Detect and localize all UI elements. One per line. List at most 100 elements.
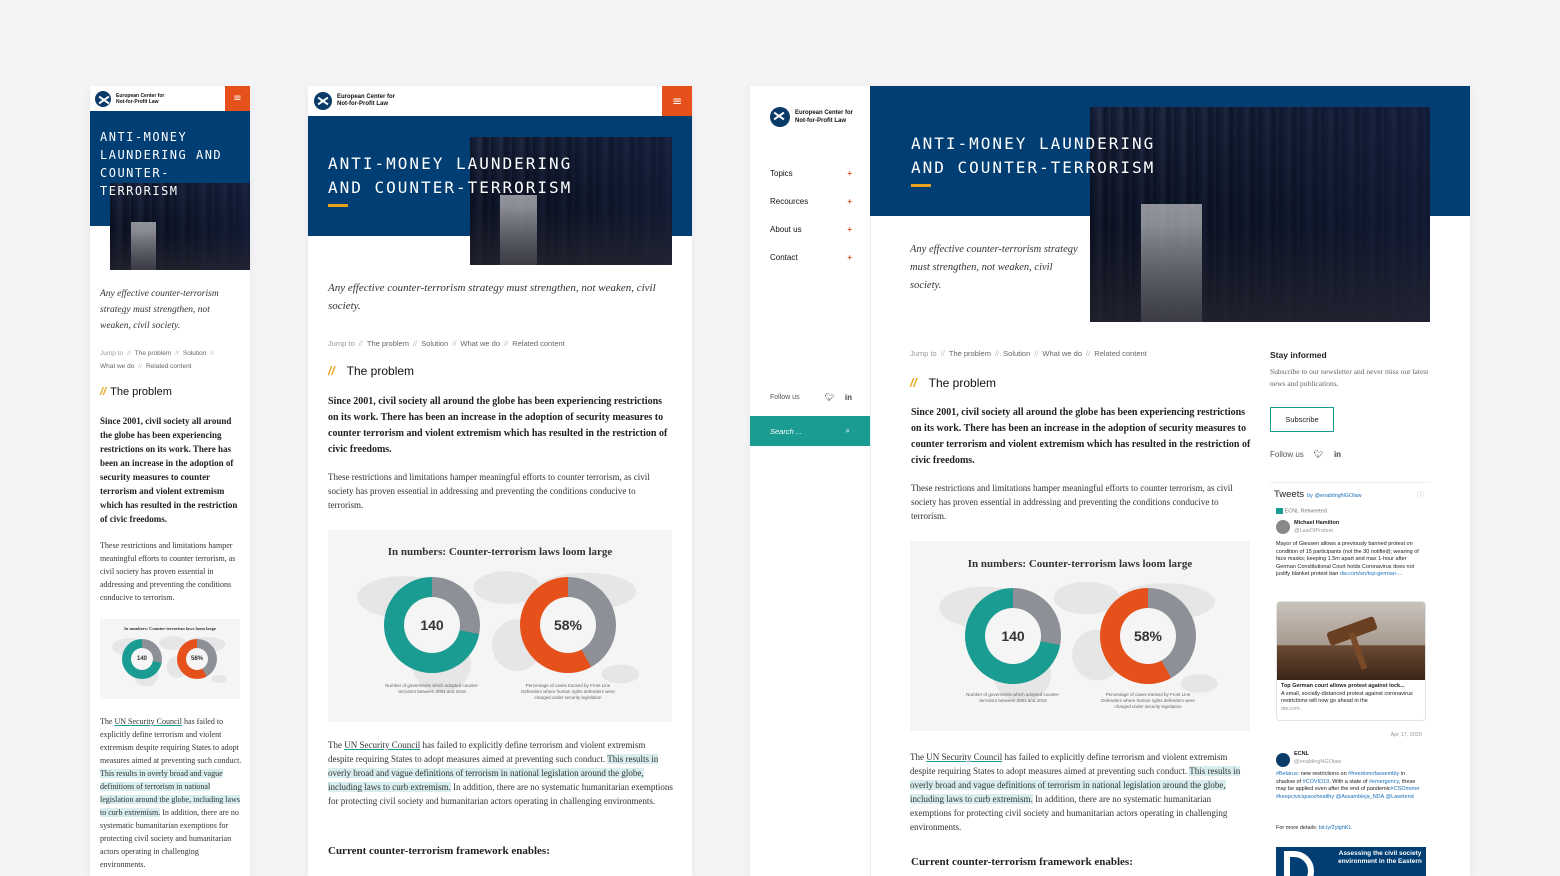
heading-text: The problem (928, 376, 997, 390)
infographic-title: In numbers: Counter-terrorism laws loom … (387, 546, 613, 558)
heading-slash: // (100, 386, 107, 398)
sidebar-follow: Follow us 🐦︎ in (770, 393, 852, 402)
paragraph-3: The UN Security Council has failed to ex… (100, 717, 242, 869)
section-heading: // The problem (910, 376, 996, 390)
breadcrumb-problem[interactable]: The problem (135, 350, 172, 357)
un-security-council-link[interactable]: UN Security Council (926, 752, 1002, 762)
ecnl-logo-icon (314, 92, 332, 110)
tweet-more: For more details: bit.ly/2yighKL (1276, 825, 1352, 831)
breadcrumb: Jump to//The problem//Solution//What we … (910, 349, 1147, 358)
breadcrumb-related[interactable]: Related content (1094, 349, 1147, 358)
tweet-card[interactable]: Top German court allows protest against … (1276, 601, 1426, 721)
search-icon[interactable]: ⌕ (846, 426, 850, 436)
linkedin-icon[interactable]: in (845, 393, 852, 402)
avatar[interactable] (1276, 753, 1290, 767)
section-heading: //The problem (100, 386, 172, 398)
tweets-by[interactable]: by @enablingNGOlaw (1307, 493, 1362, 499)
tablet-frame: European Center for Not-for-Profit Law ≡… (308, 86, 692, 876)
breadcrumb-jump: Jump to (910, 349, 937, 358)
tweets-header: Tweets (1274, 489, 1305, 500)
brand-logo[interactable]: European Center for Not-for-Profit Law (770, 107, 853, 127)
info-icon[interactable]: ⓘ (1417, 490, 1424, 500)
breadcrumb-what-we-do[interactable]: What we do (460, 339, 500, 348)
twitter-icon[interactable]: 🐦︎ (1314, 450, 1324, 459)
card-text: A small, socially-distanced protest agai… (1281, 690, 1413, 705)
tweet-link[interactable]: dw.com/en/top-german-... (1340, 571, 1402, 577)
un-security-council-link[interactable]: UN Security Council (114, 717, 182, 726)
desktop-frame: European Center for Not-for-Profit Law T… (750, 86, 1470, 876)
brand-line1: European Center for (795, 110, 854, 116)
retweet-icon (1276, 508, 1283, 514)
avatar[interactable] (1276, 520, 1290, 534)
intro-paragraph: Since 2001, civil society all around the… (328, 396, 668, 455)
plus-icon: + (847, 197, 852, 206)
donut-chart-58: 58% (520, 577, 616, 673)
un-security-council-link[interactable]: UN Security Council (344, 740, 420, 750)
tweet-handle[interactable]: @enablingNGOlaw (1294, 759, 1341, 767)
breadcrumb-problem[interactable]: The problem (949, 349, 991, 358)
breadcrumb-solution[interactable]: Solution (421, 339, 448, 348)
infographic-title: In numbers: Counter-terrorism laws loom … (967, 558, 1193, 570)
heading-text: The problem (346, 364, 415, 378)
brand-line2: Not-for-Profit Law (795, 118, 846, 124)
search-input[interactable]: Search ... (770, 427, 802, 436)
banner-text: Assessing the civil society environment … (1338, 850, 1422, 865)
banner-shape (1284, 851, 1314, 876)
title-accent (911, 184, 931, 187)
stat-140: 140 (420, 617, 444, 633)
nav-resources[interactable]: Recources + (770, 197, 852, 206)
breadcrumb-what-we-do[interactable]: What we do (100, 363, 134, 370)
twitter-icon[interactable]: 🐦︎ (825, 393, 835, 402)
donut-chart-140: 140 (122, 639, 162, 679)
tweet-author[interactable]: ECNL (1294, 751, 1341, 759)
hamburger-icon: ≡ (233, 93, 242, 104)
brand-logo[interactable]: European Center for Not-for-Profit Law (314, 92, 395, 110)
plus-icon: + (847, 225, 852, 234)
breadcrumb-problem[interactable]: The problem (367, 339, 409, 348)
paragraph-3: The UN Security Council has failed to ex… (910, 752, 1241, 832)
heading-slash: // (328, 364, 335, 378)
breadcrumb-related[interactable]: Related content (146, 363, 192, 370)
retweet-label: ECNL Retweeted (1276, 508, 1327, 516)
heading-slash: // (910, 376, 917, 390)
brand-line2: Not-for-Profit Law (337, 101, 388, 107)
tweet-banner-image[interactable]: Assessing the civil society environment … (1276, 847, 1426, 876)
brand-logo[interactable]: European Center for Not-for-Profit Law (95, 91, 164, 107)
subscribe-button[interactable]: Subscribe (1270, 407, 1334, 432)
tweet-date[interactable]: Apr 17, 2020 (1391, 732, 1423, 740)
breadcrumb-solution[interactable]: Solution (1003, 349, 1030, 358)
stat-58: 58% (1133, 628, 1163, 644)
breadcrumb-solution[interactable]: Solution (183, 350, 207, 357)
card-title: Top German court allows protest against … (1281, 683, 1405, 689)
nav-topics[interactable]: Topics + (770, 169, 852, 178)
linkedin-icon[interactable]: in (1334, 450, 1341, 459)
card-domain: dw.com (1281, 705, 1300, 712)
stat-140-caption: Number of goverments which adopted count… (966, 692, 1060, 703)
search-bar[interactable]: Search ... ⌕ (750, 416, 870, 446)
ecnl-logo-icon (770, 107, 790, 127)
nav-contact[interactable]: Contact + (770, 253, 852, 262)
sidebar: European Center for Not-for-Profit Law T… (750, 86, 870, 876)
breadcrumb: Jump to//The problem//Solution//What we … (100, 350, 214, 370)
tweet-author[interactable]: Michael Hamilton (1294, 520, 1339, 528)
breadcrumb-jump: Jump to (100, 350, 124, 357)
paragraph-2: These restrictions and limitations hampe… (100, 541, 236, 602)
breadcrumb-what-we-do[interactable]: What we do (1042, 349, 1082, 358)
hero-title: Anti-money laundering and counter-terror… (100, 130, 223, 198)
ecnl-logo-icon (95, 91, 111, 107)
heading-text: The problem (110, 386, 172, 398)
nav-about-us[interactable]: About us + (770, 225, 852, 234)
stay-informed-title: Stay informed (1270, 350, 1327, 360)
stat-58: 58% (553, 617, 583, 633)
infographic: In numbers: Counter-terrorism laws loom … (328, 530, 672, 722)
tweet-handle[interactable]: @LawOfProtest (1294, 528, 1339, 536)
brand-line2: Not-for-Profit Law (116, 99, 159, 105)
infographic: In numbers: Counter-terrorism laws loom … (100, 619, 240, 699)
menu-button[interactable]: ≡ (662, 86, 692, 116)
framework-heading: Current counter-terrorism framework enab… (328, 845, 550, 857)
donut-chart-140: 140 (965, 588, 1061, 684)
breadcrumb-related[interactable]: Related content (512, 339, 565, 348)
menu-button[interactable]: ≡ (225, 86, 250, 111)
paragraph-2: These restrictions and limitations hampe… (911, 483, 1233, 521)
stat-140: 140 (136, 656, 147, 662)
